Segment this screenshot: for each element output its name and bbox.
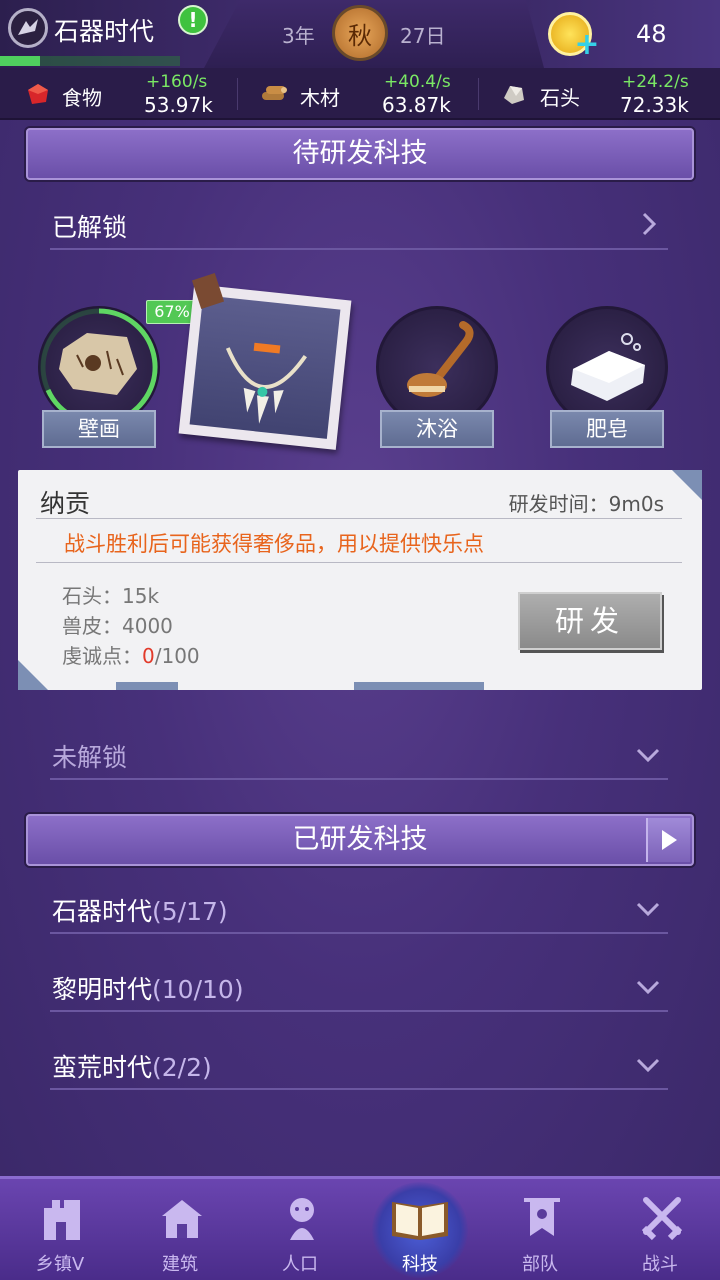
researched-tech-header[interactable]: 已研发科技 [26, 814, 694, 866]
crossed-swords-icon [641, 1197, 683, 1241]
resource-value: 53.97k [144, 93, 213, 117]
cost-stone: 石头：15k [62, 584, 160, 608]
play-icon[interactable] [646, 818, 690, 862]
stone-icon [504, 86, 524, 104]
era-row-barbaric-age[interactable]: 蛮荒时代(2/2) [50, 1038, 668, 1090]
research-time: 研发时间：9m0s [508, 492, 664, 516]
meat-icon [28, 84, 48, 104]
resource-name: 食物 [62, 86, 102, 110]
cave-painting-icon [59, 333, 137, 395]
divider [237, 78, 238, 110]
research-button[interactable]: 研发 [518, 592, 662, 650]
chevron-down-icon [636, 980, 660, 995]
corner-decoration [18, 660, 48, 690]
tooth-necklace-icon [225, 342, 307, 424]
divider [36, 562, 682, 563]
nav-label: 乡镇V [35, 1254, 85, 1275]
selected-tech-frame [189, 295, 341, 439]
coin-count: 48 [636, 20, 667, 48]
town-icon [44, 1200, 80, 1240]
soap-icon [571, 333, 645, 401]
cost-piety-current: 0 [142, 644, 155, 668]
era-row-label: 黎明时代(10/10) [52, 970, 244, 1006]
nav-buildings[interactable]: 建筑 [120, 1176, 240, 1280]
era-count: (10/10) [152, 975, 244, 1004]
locked-label: 未解锁 [52, 743, 128, 772]
book-icon [392, 1202, 448, 1240]
era-row-dawn-age[interactable]: 黎明时代(10/10) [50, 960, 668, 1012]
nav-label: 部队 [522, 1254, 558, 1275]
cost-piety-label: 虔诚点： [62, 644, 142, 668]
era-progress-fill [0, 56, 40, 66]
resource-stone[interactable]: 石头 +24.2/s 72.33k [480, 68, 720, 120]
nav-population[interactable]: 人口 [240, 1176, 360, 1280]
day-label: 27日 [400, 24, 446, 48]
nav-battle[interactable]: 战斗 [600, 1176, 720, 1280]
nav-troops[interactable]: 部队 [480, 1176, 600, 1280]
era-title: 石器时代 [54, 17, 155, 46]
nav-town[interactable]: 乡镇V [0, 1176, 120, 1280]
tech-label: 壁画 [42, 410, 156, 448]
era-icon[interactable] [8, 8, 48, 48]
resource-name: 木材 [300, 86, 340, 110]
era-count: (5/17) [152, 897, 228, 926]
wood-icon [262, 86, 287, 100]
researched-tech-title: 已研发科技 [292, 824, 428, 855]
selected-tech-card[interactable] [178, 284, 352, 450]
era-row-label: 蛮荒时代(2/2) [52, 1048, 212, 1084]
corner-decoration [672, 470, 702, 500]
divider [36, 518, 682, 519]
person-icon [290, 1198, 314, 1240]
nav-label: 科技 [402, 1254, 438, 1275]
resource-value: 72.33k [620, 93, 689, 117]
nav-label: 建筑 [162, 1254, 198, 1275]
era-count: (2/2) [152, 1053, 212, 1082]
cost-piety-total: /100 [154, 644, 200, 668]
chevron-right-icon [642, 212, 657, 236]
era-name: 石器时代 [52, 897, 153, 926]
resource-food[interactable]: 食物 +160/s 53.97k [0, 68, 236, 120]
tech-detail-card: 纳贡 研发时间：9m0s 战斗胜利后可能获得奢侈品，用以提供快乐点 石头：15k… [18, 470, 702, 690]
era-name: 蛮荒时代 [52, 1053, 153, 1082]
resource-value: 63.87k [382, 93, 451, 117]
cost-hide: 兽皮：4000 [62, 614, 173, 638]
nav-technology[interactable]: 科技 [360, 1176, 480, 1280]
chevron-down-icon [636, 748, 660, 763]
tech-title: 纳贡 [40, 489, 91, 518]
tech-description: 战斗胜利后可能获得奢侈品，用以提供快乐点 [64, 532, 484, 556]
tab-decoration [354, 682, 484, 690]
unlocked-label: 已解锁 [52, 213, 128, 242]
bath-brush-icon [407, 321, 474, 397]
house-icon [162, 1200, 202, 1238]
resource-rate: +160/s [146, 72, 208, 92]
resource-rate: +40.4/s [384, 72, 451, 92]
resource-rate: +24.2/s [622, 72, 689, 92]
nav-label: 人口 [282, 1254, 318, 1275]
unlocked-row[interactable]: 已解锁 [50, 198, 668, 250]
add-coin-icon[interactable]: + [574, 30, 600, 60]
era-name: 黎明时代 [52, 975, 153, 1004]
pending-tech-header[interactable]: 待研发科技 [26, 128, 694, 180]
chevron-down-icon [636, 902, 660, 917]
cost-piety: 虔诚点：0/100 [62, 640, 200, 669]
chevron-down-icon [636, 1058, 660, 1073]
tech-label: 肥皂 [550, 410, 664, 448]
resource-name: 石头 [540, 86, 580, 110]
tab-decoration [116, 682, 178, 690]
locked-row[interactable]: 未解锁 [50, 728, 668, 780]
resource-bar: 食物 +160/s 53.97k 木材 +40.4/s 63.87k 石头 +2… [0, 68, 720, 120]
exclamation-icon[interactable]: ! [178, 5, 208, 35]
season-badge[interactable]: 秋 [332, 5, 388, 61]
year-label: 3年 [282, 24, 315, 48]
era-row-label: 石器时代(5/17) [52, 892, 228, 928]
divider [478, 78, 479, 110]
tech-label: 沐浴 [380, 410, 494, 448]
resource-wood[interactable]: 木材 +40.4/s 63.87k [240, 68, 476, 120]
nav-label: 战斗 [642, 1254, 678, 1275]
era-row-stone-age[interactable]: 石器时代(5/17) [50, 882, 668, 934]
banner-icon [524, 1198, 560, 1236]
